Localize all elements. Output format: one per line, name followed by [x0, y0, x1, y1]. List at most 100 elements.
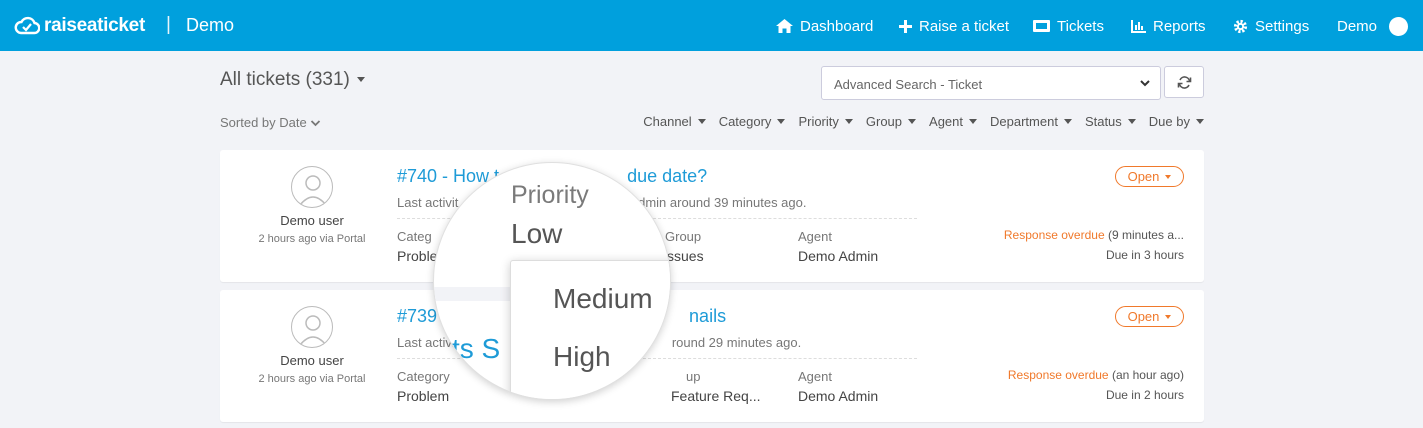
filter-priority[interactable]: Priority	[798, 114, 853, 129]
category-value: Problem	[397, 388, 450, 404]
ticket-view-title: All tickets (331)	[220, 69, 350, 90]
priority-option-high[interactable]: High	[553, 341, 611, 373]
nav-tickets-label: Tickets	[1057, 17, 1104, 35]
ticket-activity-suffix: round 29 minutes ago.	[671, 335, 802, 350]
caret-down-icon	[1196, 119, 1204, 124]
sort-label: Sorted by Date	[220, 115, 307, 130]
filter-due-by[interactable]: Due by	[1149, 114, 1204, 129]
group-label: Group	[665, 229, 702, 244]
nav-raise-ticket-label: Raise a ticket	[919, 17, 1010, 35]
requester-avatar-icon	[291, 166, 333, 208]
filter-department[interactable]: Department	[990, 114, 1072, 129]
group-label: up	[686, 369, 701, 384]
plus-icon	[899, 19, 912, 33]
due-time: Due in 2 hours	[1105, 388, 1184, 402]
filter-agent[interactable]: Agent	[929, 114, 978, 129]
advanced-search-placeholder: Advanced Search - Ticket	[834, 77, 983, 92]
nav-tickets[interactable]: Tickets	[1033, 17, 1104, 35]
filter-channel-label: Channel	[643, 114, 692, 129]
filter-channel[interactable]: Channel	[643, 114, 706, 129]
priority-current-value[interactable]: Low	[511, 218, 562, 250]
ticket-card[interactable]: Demo user 2 hours ago via Portal #740 - …	[220, 150, 1204, 282]
overdue-detail: (9 minutes a...	[1104, 228, 1184, 242]
advanced-search-select[interactable]: Advanced Search - Ticket	[821, 66, 1161, 100]
filter-department-label: Department	[990, 114, 1058, 129]
requester-avatar-icon	[291, 306, 333, 348]
ticket-activity-prefix: Last activit	[397, 195, 459, 210]
caret-down-icon	[1063, 119, 1072, 124]
filter-due-by-label: Due by	[1148, 114, 1190, 129]
caret-down-icon	[697, 119, 706, 124]
filter-bar: Channel Category Priority Group Agent De…	[643, 114, 1204, 129]
category-label: Categ	[397, 229, 432, 244]
filter-group-label: Group	[865, 114, 903, 129]
refresh-button[interactable]	[1164, 66, 1204, 98]
caret-down-icon	[1165, 314, 1172, 319]
brand-name: raiseaticket	[44, 15, 145, 36]
user-name: Demo	[1337, 17, 1378, 35]
ticket-title-text: #739	[397, 306, 438, 326]
priority-dropdown-menu: Medium High	[510, 260, 670, 399]
magnifier-overlay: ts S Priority Low Medium High	[433, 162, 671, 400]
priority-option-medium[interactable]: Medium	[553, 283, 653, 315]
filter-status-label: Status	[1084, 114, 1122, 129]
overdue-label: Response overdue	[1007, 368, 1109, 382]
caret-down-icon	[844, 119, 853, 124]
caret-down-icon	[777, 119, 786, 124]
agent-label: Agent	[798, 369, 832, 384]
group-value: Feature Req...	[671, 388, 761, 404]
agent-label: Agent	[798, 229, 832, 244]
priority-field-label: Priority	[511, 181, 589, 209]
chart-icon	[1131, 19, 1146, 33]
ticket-title-tail: nails	[689, 306, 727, 326]
filter-category-label: Category	[718, 114, 772, 129]
group-value: ssues	[667, 248, 704, 264]
filter-category[interactable]: Category	[719, 114, 786, 129]
agent-value: Demo Admin	[798, 388, 879, 404]
gear-icon	[1233, 19, 1248, 33]
user-menu[interactable]: Demo	[1337, 17, 1377, 35]
refresh-icon	[1177, 75, 1191, 89]
ticket-card[interactable]: Demo user 2 hours ago via Portal #739 nai…	[220, 290, 1204, 422]
home-icon	[776, 19, 793, 33]
brand-logo[interactable]: raiseaticket	[14, 14, 145, 38]
cloud-logo-icon	[14, 16, 40, 35]
brand-separator: |	[166, 14, 171, 35]
agent-value: Demo Admin	[798, 248, 879, 264]
overdue-detail: (an hour ago)	[1108, 368, 1184, 382]
requester-name[interactable]: Demo user	[220, 353, 404, 368]
magnified-card-gap	[434, 287, 514, 301]
nav-dashboard[interactable]: Dashboard	[776, 17, 873, 35]
caret-down-icon	[969, 119, 978, 124]
status-dropdown[interactable]: Open	[1115, 166, 1184, 187]
due-time: Due in 3 hours	[1105, 248, 1184, 262]
status-dropdown[interactable]: Open	[1115, 306, 1184, 327]
sort-selector[interactable]: Sorted by Date	[220, 115, 321, 130]
response-overdue: Response overdue (9 minutes a...	[1004, 228, 1184, 242]
filter-group[interactable]: Group	[865, 114, 917, 129]
status-label: Open	[1127, 309, 1160, 324]
nav-settings[interactable]: Settings	[1233, 17, 1309, 35]
user-avatar[interactable]	[1389, 17, 1408, 36]
ticket-view-selector[interactable]: All tickets (331)	[220, 69, 365, 91]
caret-down-icon	[1127, 119, 1136, 124]
requester-meta: 2 hours ago via Portal	[258, 233, 366, 245]
app-name: Demo	[186, 15, 235, 35]
chevron-down-icon	[1140, 80, 1150, 87]
filter-priority-label: Priority	[798, 114, 839, 129]
nav-settings-label: Settings	[1255, 17, 1310, 35]
caret-down-icon	[908, 119, 917, 124]
caret-down-icon	[1165, 174, 1172, 179]
ticket-title-tail: due date?	[627, 166, 708, 186]
category-value: Proble	[397, 248, 438, 264]
caret-down-icon	[356, 77, 365, 83]
nav-reports[interactable]: Reports	[1131, 17, 1206, 35]
category-label: Category	[397, 369, 450, 384]
nav-reports-label: Reports	[1153, 17, 1206, 35]
response-overdue: Response overdue (an hour ago)	[1008, 368, 1184, 382]
requester-name[interactable]: Demo user	[220, 213, 404, 228]
filter-agent-label: Agent	[929, 114, 964, 129]
filter-status[interactable]: Status	[1085, 114, 1136, 129]
nav-raise-ticket[interactable]: Raise a ticket	[899, 17, 1009, 35]
top-nav: raiseaticket | Demo Dashboard Raise a ti…	[0, 0, 1423, 51]
